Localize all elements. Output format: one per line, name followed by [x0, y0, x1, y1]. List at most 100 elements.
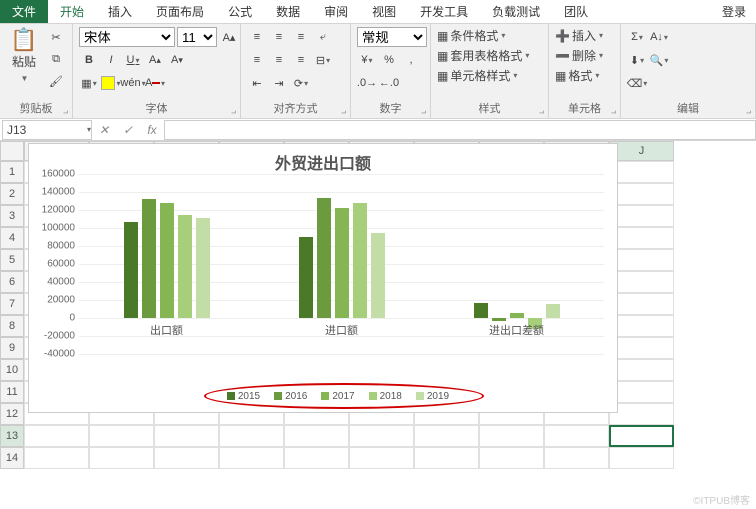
- conditional-format-button[interactable]: ▦ 条件格式 ▾: [437, 27, 505, 44]
- orientation-icon[interactable]: ⟳▾: [291, 73, 311, 93]
- cell-I13[interactable]: [544, 425, 609, 447]
- row-header-6[interactable]: 6: [0, 271, 24, 293]
- cell-D14[interactable]: [219, 447, 284, 469]
- cell-J11[interactable]: [609, 381, 674, 403]
- cell-H14[interactable]: [479, 447, 544, 469]
- row-header-10[interactable]: 10: [0, 359, 24, 381]
- number-format-select[interactable]: 常规: [357, 27, 427, 47]
- cell-A14[interactable]: [24, 447, 89, 469]
- tab-team[interactable]: 团队: [552, 0, 600, 23]
- cell-I14[interactable]: [544, 447, 609, 469]
- cell-J10[interactable]: [609, 359, 674, 381]
- embedded-chart[interactable]: 外贸进出口额 -40000-20000020000400006000080000…: [28, 143, 618, 413]
- cell-J14[interactable]: [609, 447, 674, 469]
- row-header-3[interactable]: 3: [0, 205, 24, 227]
- clear-icon[interactable]: ⌫▾: [627, 73, 647, 93]
- cell-J2[interactable]: [609, 183, 674, 205]
- row-header-8[interactable]: 8: [0, 315, 24, 337]
- fill-color-button[interactable]: ▾: [101, 73, 121, 93]
- cell-J12[interactable]: [609, 403, 674, 425]
- delete-button[interactable]: ➖ 删除▾: [555, 47, 603, 64]
- cell-E14[interactable]: [284, 447, 349, 469]
- font-color-button[interactable]: A▾: [145, 73, 165, 93]
- cell-D13[interactable]: [219, 425, 284, 447]
- name-box[interactable]: J13▾: [2, 120, 92, 140]
- cancel-icon[interactable]: ✕: [92, 123, 116, 137]
- cell-B14[interactable]: [89, 447, 154, 469]
- phonetic-button[interactable]: wén▾: [123, 73, 143, 93]
- column-header-J[interactable]: J: [609, 141, 674, 161]
- grow-font-icon[interactable]: A▴: [145, 50, 165, 70]
- shrink-font-icon[interactable]: A▾: [167, 50, 187, 70]
- decrease-decimal-icon[interactable]: ←.0: [379, 73, 399, 93]
- cell-styles-button[interactable]: ▦ 单元格样式 ▾: [437, 67, 517, 84]
- cell-F14[interactable]: [349, 447, 414, 469]
- table-format-button[interactable]: ▦ 套用表格格式 ▾: [437, 47, 529, 64]
- cell-J8[interactable]: [609, 315, 674, 337]
- bold-button[interactable]: B: [79, 50, 99, 70]
- tab-dev[interactable]: 开发工具: [408, 0, 480, 23]
- align-right-icon[interactable]: ≡: [291, 50, 311, 70]
- autosum-icon[interactable]: Σ▾: [627, 27, 647, 47]
- cell-C13[interactable]: [154, 425, 219, 447]
- indent-dec-icon[interactable]: ⇤: [247, 73, 267, 93]
- cell-E13[interactable]: [284, 425, 349, 447]
- cell-J3[interactable]: [609, 205, 674, 227]
- font-size-select[interactable]: 11: [177, 27, 217, 47]
- row-header-9[interactable]: 9: [0, 337, 24, 359]
- cell-J7[interactable]: [609, 293, 674, 315]
- border-button[interactable]: ▦▾: [79, 73, 99, 93]
- fx-icon[interactable]: fx: [140, 123, 164, 137]
- cell-B13[interactable]: [89, 425, 154, 447]
- increase-decimal-icon[interactable]: .0→: [357, 73, 377, 93]
- cut-icon[interactable]: ✂: [46, 27, 66, 47]
- tab-view[interactable]: 视图: [360, 0, 408, 23]
- wrap-text-button[interactable]: ⤶: [313, 27, 333, 47]
- tab-review[interactable]: 审阅: [312, 0, 360, 23]
- row-header-7[interactable]: 7: [0, 293, 24, 315]
- select-all-corner[interactable]: [0, 141, 24, 161]
- merge-button[interactable]: ⊟▾: [313, 50, 333, 70]
- row-header-1[interactable]: 1: [0, 161, 24, 183]
- tab-formulas[interactable]: 公式: [216, 0, 264, 23]
- cell-J13[interactable]: [609, 425, 674, 447]
- tab-layout[interactable]: 页面布局: [144, 0, 216, 23]
- cell-J5[interactable]: [609, 249, 674, 271]
- cell-J4[interactable]: [609, 227, 674, 249]
- find-icon[interactable]: 🔍▾: [649, 50, 669, 70]
- underline-button[interactable]: U▾: [123, 50, 143, 70]
- tab-load[interactable]: 负载测试: [480, 0, 552, 23]
- increase-font-icon[interactable]: A▴: [219, 27, 239, 47]
- align-left-icon[interactable]: ≡: [247, 50, 267, 70]
- align-center-icon[interactable]: ≡: [269, 50, 289, 70]
- row-header-14[interactable]: 14: [0, 447, 24, 469]
- currency-icon[interactable]: ¥▾: [357, 50, 377, 70]
- comma-icon[interactable]: ,: [401, 50, 421, 70]
- enter-icon[interactable]: ✓: [116, 123, 140, 137]
- align-bottom-icon[interactable]: ≡: [291, 27, 311, 47]
- tab-home[interactable]: 开始: [48, 0, 96, 23]
- format-painter-icon[interactable]: 🖌: [46, 71, 66, 91]
- tab-data[interactable]: 数据: [264, 0, 312, 23]
- tab-insert[interactable]: 插入: [96, 0, 144, 23]
- percent-icon[interactable]: %: [379, 50, 399, 70]
- sort-filter-icon[interactable]: A↓▾: [649, 27, 669, 47]
- paste-button[interactable]: 📋 粘贴 ▼: [6, 27, 42, 84]
- format-button[interactable]: ▦ 格式▾: [555, 67, 599, 84]
- row-header-11[interactable]: 11: [0, 381, 24, 403]
- italic-button[interactable]: I: [101, 50, 121, 70]
- cell-J6[interactable]: [609, 271, 674, 293]
- indent-inc-icon[interactable]: ⇥: [269, 73, 289, 93]
- font-name-select[interactable]: 宋体: [79, 27, 175, 47]
- cell-G13[interactable]: [414, 425, 479, 447]
- login-link[interactable]: 登录: [712, 0, 756, 23]
- cell-G14[interactable]: [414, 447, 479, 469]
- row-header-4[interactable]: 4: [0, 227, 24, 249]
- cell-A13[interactable]: [24, 425, 89, 447]
- tab-file[interactable]: 文件: [0, 0, 48, 23]
- align-middle-icon[interactable]: ≡: [269, 27, 289, 47]
- row-header-13[interactable]: 13: [0, 425, 24, 447]
- cell-H13[interactable]: [479, 425, 544, 447]
- copy-icon[interactable]: ⧉: [46, 49, 66, 69]
- cell-J9[interactable]: [609, 337, 674, 359]
